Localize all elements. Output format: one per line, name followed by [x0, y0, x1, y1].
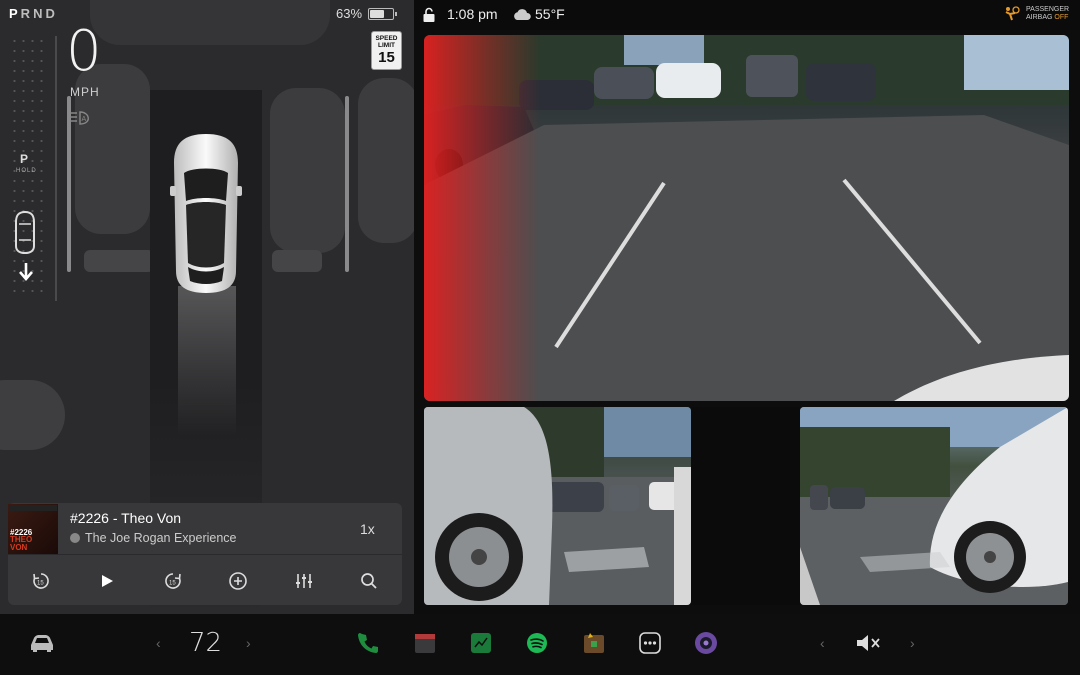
gear-d: D: [45, 6, 58, 21]
airbag-icon: [1005, 6, 1020, 21]
speed-limit-label: LIMIT: [378, 42, 395, 49]
parked-car-shape: [84, 250, 154, 272]
equalizer-icon: [296, 574, 312, 588]
car-controls-button[interactable]: [28, 631, 56, 655]
arrow-down-icon: [19, 263, 33, 281]
volume-button[interactable]: [854, 631, 882, 655]
phone-icon: [358, 633, 378, 653]
path-trail: [178, 286, 236, 436]
calendar-button[interactable]: [413, 631, 437, 655]
park-indicator: P: [20, 152, 29, 166]
airbag-label: PASSENGER: [1026, 6, 1070, 13]
divider: [8, 554, 402, 555]
podcast-artwork[interactable]: #2226 THEO VON: [8, 504, 58, 554]
search-icon: [361, 573, 377, 589]
forward-15-button[interactable]: 15: [162, 570, 184, 592]
messages-icon: [471, 633, 491, 653]
passenger-airbag-status: PASSENGER AIRBAG OFF: [1003, 5, 1069, 23]
parked-car-shape: [270, 88, 345, 253]
hold-label: HOLD: [16, 168, 37, 174]
search-button[interactable]: [358, 570, 380, 592]
parked-car-shape: [358, 78, 414, 243]
car-icon: [31, 635, 53, 652]
add-icon: [229, 572, 247, 590]
cabin-temperature[interactable]: 72: [189, 628, 222, 658]
messages-button[interactable]: [469, 631, 493, 655]
battery-percent: 63%: [336, 6, 363, 21]
left-camera-feed: [424, 407, 691, 605]
play-icon: [102, 575, 113, 587]
right-camera-feed: [800, 407, 1068, 605]
auto-headlight-icon: A: [70, 111, 89, 125]
parked-car-shape: [272, 250, 322, 272]
gear-n: N: [33, 6, 46, 21]
more-apps-button[interactable]: [638, 631, 662, 655]
mini-car-icon[interactable]: [14, 210, 36, 254]
podcast-name: The Joe Rogan Experience: [85, 531, 237, 545]
camera-divider: [691, 407, 800, 605]
airbag-label: AIRBAG: [1026, 14, 1053, 21]
temp-up-chevron-icon[interactable]: ›: [246, 635, 251, 651]
equalizer-button[interactable]: [293, 570, 315, 592]
calendar-icon: [415, 634, 435, 653]
play-button[interactable]: [96, 570, 118, 592]
rear-camera-view[interactable]: [424, 35, 1069, 401]
speed-limit-label: SPEED: [375, 35, 398, 42]
speed-readout: 0: [66, 19, 102, 84]
spotify-icon: [70, 533, 80, 543]
toybox-icon: [584, 633, 604, 653]
camera-button[interactable]: [694, 631, 718, 655]
svg-text:15: 15: [37, 581, 44, 587]
parked-car-shape: [90, 0, 330, 45]
proximity-scale: [55, 36, 57, 301]
more-icon: [639, 632, 661, 654]
gear-selector: PRND: [9, 6, 58, 21]
volume-muted-icon: [857, 635, 880, 651]
rewind-15-icon: 15: [33, 573, 49, 589]
svg-text:A: A: [82, 116, 87, 123]
playback-rate-button[interactable]: 1x: [360, 521, 375, 537]
battery-status: 63%: [336, 6, 398, 21]
left-repeater-camera-view[interactable]: [424, 407, 691, 605]
episode-title[interactable]: #2226 - Theo Von: [70, 510, 181, 526]
parking-line: [345, 96, 349, 272]
add-to-library-button[interactable]: [227, 570, 249, 592]
volume-down-chevron-icon[interactable]: ‹: [820, 635, 825, 651]
cloud-icon: [514, 9, 531, 20]
speed-limit-sign: SPEED LIMIT 15: [371, 31, 402, 70]
clock: 1:08 pm: [447, 6, 498, 22]
unlock-icon[interactable]: [422, 7, 436, 23]
rewind-15-button[interactable]: 15: [30, 570, 52, 592]
temp-down-chevron-icon[interactable]: ‹: [156, 635, 161, 651]
toybox-button[interactable]: [582, 631, 606, 655]
forward-15-icon: 15: [165, 573, 181, 589]
artwork-text: VON: [10, 543, 28, 552]
artwork-banner: [9, 505, 57, 511]
phone-button[interactable]: [356, 631, 380, 655]
podcast-source: The Joe Rogan Experience: [70, 531, 236, 545]
spotify-button[interactable]: [525, 631, 549, 655]
gear-p: P: [9, 6, 21, 21]
speed-unit: MPH: [70, 85, 100, 99]
airbag-status-value: OFF: [1054, 14, 1069, 21]
right-repeater-camera-view[interactable]: [800, 407, 1068, 605]
battery-icon: [368, 7, 398, 20]
spotify-icon: [527, 633, 547, 653]
gear-r: R: [20, 6, 34, 21]
outside-temperature: 55°F: [535, 6, 565, 22]
speed-limit-value: 15: [378, 49, 395, 66]
ego-car-icon: [170, 134, 242, 293]
camera-icon: [695, 632, 717, 654]
svg-text:15: 15: [169, 581, 176, 587]
volume-up-chevron-icon[interactable]: ›: [910, 635, 915, 651]
proximity-dots: [10, 36, 44, 296]
rear-camera-feed: [424, 35, 1069, 401]
obstacle-shape: [0, 380, 65, 450]
